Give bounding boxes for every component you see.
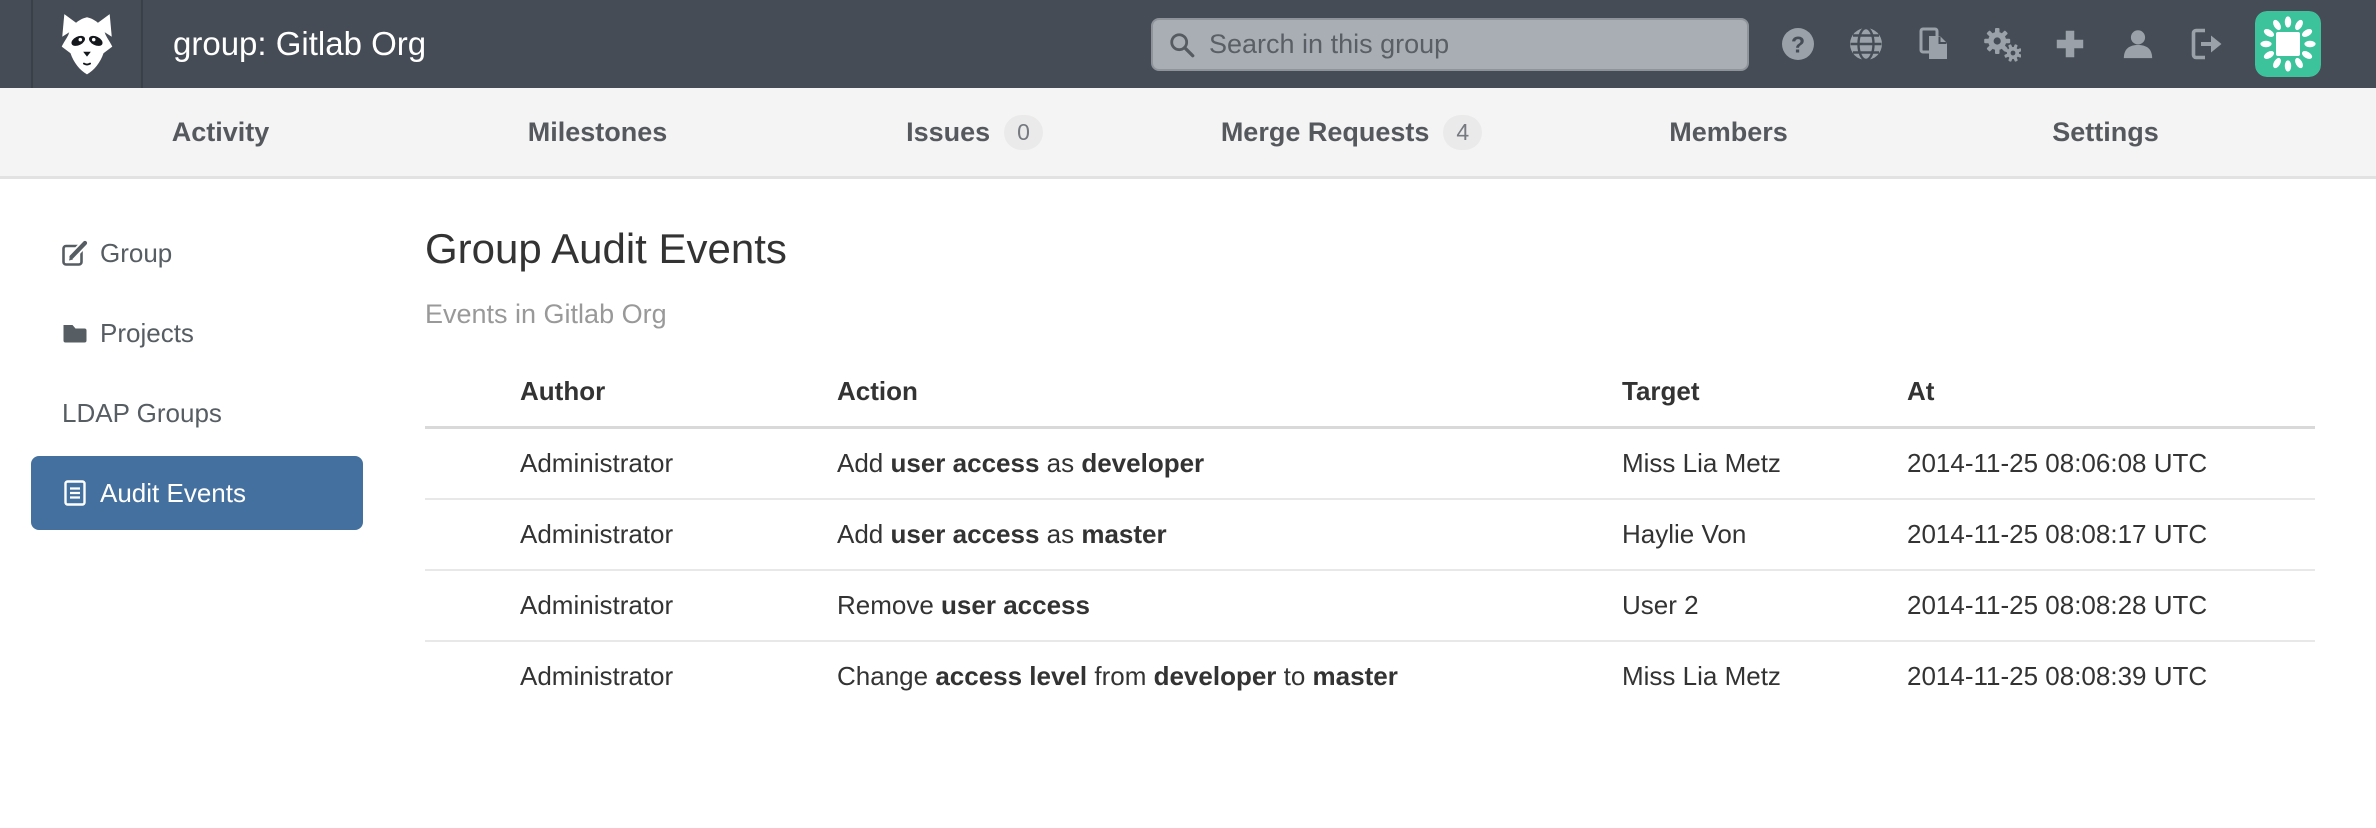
sidebar-item-label: Projects (100, 318, 194, 349)
page-subtitle: Events in Gitlab Org (425, 299, 2315, 330)
table-row: Administrator Add user access as master … (425, 499, 2315, 570)
sidebar-item-ldap-groups[interactable]: LDAP Groups (31, 376, 363, 450)
plus-icon (2053, 27, 2087, 61)
copy-icon (1916, 26, 1952, 62)
sidebar: Group Projects LDAP Groups Audit Events (0, 179, 425, 825)
svg-text:?: ? (1791, 32, 1805, 58)
user-avatar[interactable] (2255, 11, 2321, 77)
group-nav: Activity Milestones Issues 0 Merge Reque… (0, 88, 2376, 179)
table-row: Administrator Remove user access User 2 … (425, 570, 2315, 641)
audit-events-table: Author Action Target At Administrator Ad… (425, 376, 2315, 712)
column-header-author: Author (425, 376, 837, 428)
tab-label: Milestones (528, 117, 668, 148)
action-cell: Change access level from developer to ma… (837, 641, 1622, 712)
help-button[interactable]: ? (1779, 20, 1817, 68)
search-box (1151, 18, 1749, 71)
column-header-action: Action (837, 376, 1622, 428)
tab-label: Merge Requests (1221, 117, 1430, 148)
author-cell: Administrator (425, 499, 837, 570)
tab-label: Members (1669, 117, 1788, 148)
tab-label: Issues (906, 117, 990, 148)
target-cell: Miss Lia Metz (1622, 641, 1907, 712)
tab-issues[interactable]: Issues 0 (786, 88, 1163, 176)
tab-milestones[interactable]: Milestones (409, 88, 786, 176)
profile-button[interactable] (2119, 20, 2157, 68)
author-cell: Administrator (425, 428, 837, 499)
sidebar-item-group[interactable]: Group (31, 216, 363, 290)
action-cell: Add user access as developer (837, 428, 1622, 499)
table-header-row: Author Action Target At (425, 376, 2315, 428)
gitlab-fox-logo-icon (56, 11, 118, 77)
sidebar-item-label: Audit Events (100, 478, 246, 509)
sign-out-icon (2188, 26, 2224, 62)
snippets-button[interactable] (1915, 20, 1953, 68)
page-context-title: group: Gitlab Org (143, 25, 426, 63)
column-header-at: At (1907, 376, 2315, 428)
public-area-button[interactable] (1847, 20, 1885, 68)
sidebar-item-label: Group (100, 238, 172, 269)
main-content: Group Audit Events Events in Gitlab Org … (425, 179, 2376, 825)
admin-area-button[interactable] (1983, 20, 2021, 68)
author-cell: Administrator (425, 641, 837, 712)
action-cell: Add user access as master (837, 499, 1622, 570)
tab-label: Settings (2052, 117, 2159, 148)
at-cell: 2014-11-25 08:08:28 UTC (1907, 570, 2315, 641)
sidebar-item-projects[interactable]: Projects (31, 296, 363, 370)
table-row: Administrator Add user access as develop… (425, 428, 2315, 499)
merge-requests-count-badge: 4 (1443, 115, 1482, 150)
table-row: Administrator Change access level from d… (425, 641, 2315, 712)
author-cell: Administrator (425, 570, 837, 641)
file-text-icon (62, 480, 88, 506)
tab-members[interactable]: Members (1540, 88, 1917, 176)
profile-icon (2121, 27, 2155, 61)
identicon-image (2255, 11, 2321, 77)
pencil-square-icon (62, 240, 88, 266)
tab-settings[interactable]: Settings (1917, 88, 2294, 176)
column-header-target: Target (1622, 376, 1907, 428)
sidebar-item-label: LDAP Groups (62, 398, 222, 429)
sidebar-item-audit-events[interactable]: Audit Events (31, 456, 363, 530)
at-cell: 2014-11-25 08:06:08 UTC (1907, 428, 2315, 499)
issues-count-badge: 0 (1004, 115, 1043, 150)
tab-label: Activity (172, 117, 270, 148)
app-logo[interactable] (31, 0, 143, 88)
search-input[interactable] (1151, 18, 1749, 71)
at-cell: 2014-11-25 08:08:39 UTC (1907, 641, 2315, 712)
tab-activity[interactable]: Activity (32, 88, 409, 176)
help-icon: ? (1780, 26, 1816, 62)
target-cell: Miss Lia Metz (1622, 428, 1907, 499)
globe-icon (1848, 26, 1884, 62)
page-layout: Group Projects LDAP Groups Audit Events (0, 179, 2376, 825)
new-project-button[interactable] (2051, 20, 2089, 68)
action-cell: Remove user access (837, 570, 1622, 641)
target-cell: User 2 (1622, 570, 1907, 641)
at-cell: 2014-11-25 08:08:17 UTC (1907, 499, 2315, 570)
tab-merge-requests[interactable]: Merge Requests 4 (1163, 88, 1540, 176)
folder-icon (62, 320, 88, 346)
admin-gears-icon (1983, 26, 2021, 62)
target-cell: Haylie Von (1622, 499, 1907, 570)
top-bar: group: Gitlab Org ? (0, 0, 2376, 88)
sign-out-button[interactable] (2187, 20, 2225, 68)
page-title: Group Audit Events (425, 226, 2315, 272)
topbar-actions: ? (1151, 11, 2376, 77)
